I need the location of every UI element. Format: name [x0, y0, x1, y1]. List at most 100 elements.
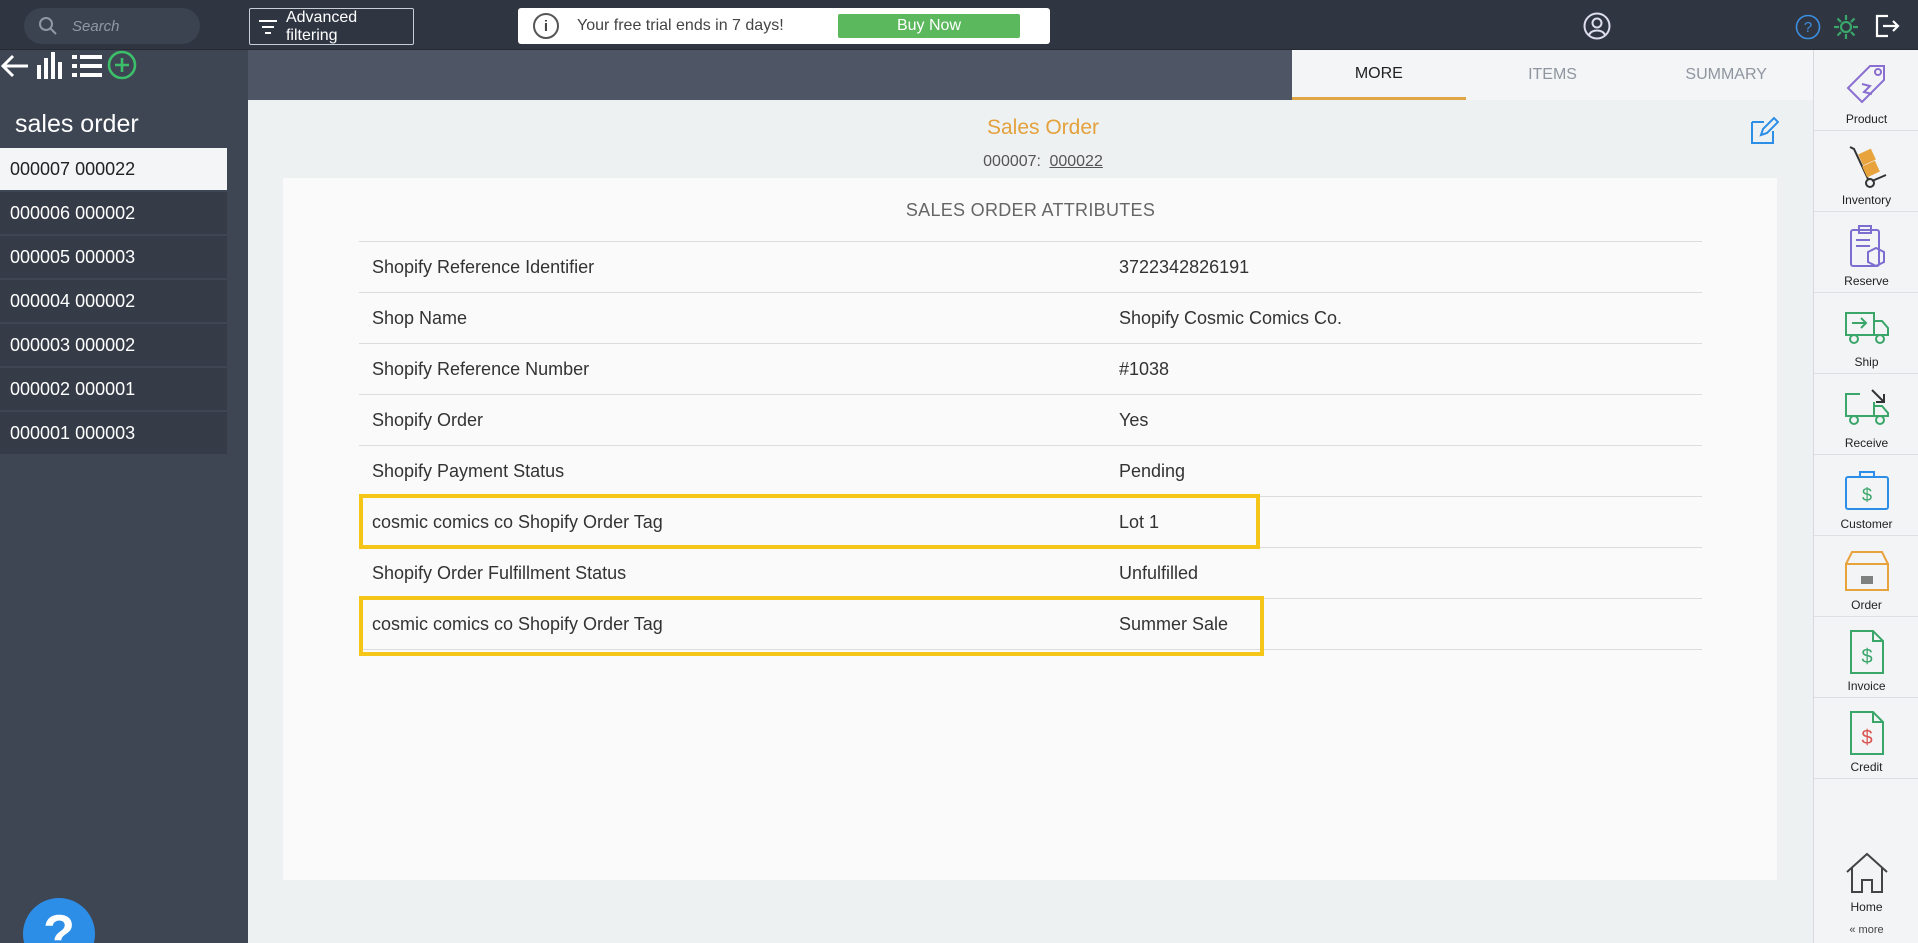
nav-label: Reserve	[1844, 274, 1889, 288]
order-box-icon	[1844, 551, 1889, 591]
nav-customer[interactable]: $ Customer	[1814, 455, 1918, 536]
tab-bar: MORE ITEMS SUMMARY	[248, 50, 1813, 100]
top-bar: Search Advanced filtering i Your free tr…	[0, 0, 1918, 50]
chart-icon[interactable]	[34, 50, 66, 80]
attribute-key: Shopify Reference Identifier	[372, 256, 595, 277]
order-reference-link[interactable]: 000022	[1049, 153, 1102, 170]
nav-label: Home	[1850, 900, 1883, 914]
nav-receive[interactable]: Receive	[1814, 374, 1918, 455]
nav-home[interactable]: Home	[1814, 837, 1918, 918]
order-list-item[interactable]: 000004 000002	[0, 280, 227, 322]
tab-more[interactable]: MORE	[1292, 50, 1466, 100]
right-sidebar: Product Inventory Reserve Ship Receive $…	[1813, 50, 1918, 943]
nav-label: Credit	[1850, 760, 1883, 774]
order-list-item[interactable]: 000002 000001	[0, 368, 227, 410]
svg-text:?: ?	[1804, 19, 1812, 36]
order-list: 000007 000022 000006 000002 000005 00000…	[0, 148, 227, 456]
credit-dollar-icon: $	[1849, 711, 1884, 755]
svg-text:$: $	[1861, 727, 1872, 749]
order-list-item[interactable]: 000006 000002	[0, 192, 227, 234]
attribute-key: Shopify Payment Status	[372, 460, 565, 481]
attribute-row: Shopify Order Yes	[359, 395, 1702, 446]
attribute-value: Pending	[1119, 460, 1186, 481]
nav-order[interactable]: Order	[1814, 536, 1918, 617]
highlight-box	[359, 596, 1264, 656]
attribute-value: Unfulfilled	[1119, 562, 1199, 583]
nav-inventory[interactable]: Inventory	[1814, 131, 1918, 212]
sidebar-title: sales order	[15, 110, 139, 138]
order-list-item[interactable]: 000007 000022	[0, 148, 227, 190]
highlight-box	[359, 494, 1260, 549]
edit-icon[interactable]	[1749, 116, 1779, 146]
attribute-key: Shopify Order	[372, 409, 484, 430]
nav-reserve[interactable]: Reserve	[1814, 212, 1918, 293]
truck-in-icon	[1844, 389, 1889, 425]
trial-message: Your free trial ends in 7 days!	[577, 17, 784, 34]
attributes-title: SALES ORDER ATTRIBUTES	[905, 200, 1156, 220]
nav-product[interactable]: Product	[1814, 50, 1918, 131]
advanced-filtering-button[interactable]: Advanced filtering	[249, 8, 414, 45]
truck-out-icon	[1844, 312, 1889, 344]
main-content: MORE ITEMS SUMMARY Sales Order 000007: 0…	[248, 50, 1813, 943]
order-list-item[interactable]: 000003 000002	[0, 324, 227, 366]
add-circle-icon[interactable]	[107, 50, 137, 80]
nav-label: Customer	[1840, 517, 1893, 531]
attribute-row: Shopify Reference Identifier 372234282619…	[359, 242, 1702, 293]
trial-banner: i Your free trial ends in 7 days! Buy No…	[518, 8, 1050, 44]
help-icon[interactable]: ?	[1795, 14, 1821, 40]
search-input[interactable]: Search	[24, 8, 200, 44]
filter-icon	[258, 19, 277, 34]
product-tag-icon	[1846, 65, 1885, 104]
attribute-value: #1038	[1119, 358, 1170, 379]
nav-ship[interactable]: Ship	[1814, 293, 1918, 374]
info-icon: i	[533, 13, 559, 39]
buy-now-button[interactable]: Buy Now	[838, 14, 1020, 38]
search-icon	[39, 17, 57, 35]
briefcase-dollar-icon: $	[1844, 471, 1889, 510]
clipboard-box-icon	[1849, 225, 1885, 268]
attribute-row: Shop Name Shopify Cosmic Comics Co.	[359, 293, 1702, 344]
attribute-row: Shopify Reference Number #1038	[359, 344, 1702, 395]
order-reference-prefix: 000007:	[983, 153, 1041, 170]
nav-label: Order	[1851, 598, 1882, 612]
attribute-key: Shop Name	[372, 307, 468, 328]
left-sidebar: sales order 000007 000022 000006 000002 …	[0, 50, 248, 943]
order-list-item[interactable]: 000005 000003	[0, 236, 227, 278]
hand-truck-icon	[1849, 146, 1886, 188]
attribute-value: Shopify Cosmic Comics Co.	[1119, 307, 1343, 328]
list-view-icon[interactable]	[71, 52, 103, 80]
gear-icon[interactable]	[1832, 13, 1860, 41]
attribute-key: Shopify Reference Number	[372, 358, 590, 379]
attribute-value: 3722342826191	[1119, 256, 1250, 277]
attribute-row: Shopify Order Fulfillment Status Unfulfil…	[359, 548, 1702, 599]
nav-label: Inventory	[1841, 193, 1892, 207]
invoice-dollar-icon: $	[1849, 630, 1884, 674]
order-reference: 000007: 000022	[248, 153, 1838, 171]
logout-icon[interactable]	[1872, 12, 1900, 40]
nav-label: Receive	[1844, 436, 1889, 450]
svg-text:$: $	[1861, 646, 1872, 668]
nav-credit[interactable]: $ Credit	[1814, 698, 1918, 779]
home-icon	[1845, 852, 1888, 893]
nav-invoice[interactable]: $ Invoice	[1814, 617, 1918, 698]
tab-items[interactable]: ITEMS	[1466, 50, 1640, 100]
user-profile-icon[interactable]	[1583, 12, 1611, 40]
advanced-filtering-label: Advanced filtering	[285, 8, 358, 44]
attributes-card: SALES ORDER ATTRIBUTES Shopify Reference…	[283, 178, 1777, 880]
nav-label: Invoice	[1847, 679, 1886, 693]
back-arrow-icon[interactable]	[0, 52, 30, 80]
page-title: Sales Order	[986, 116, 1100, 139]
tabs: MORE ITEMS SUMMARY	[1292, 50, 1813, 100]
attribute-row: Shopify Payment Status Pending	[359, 446, 1702, 497]
attribute-value: Yes	[1119, 409, 1149, 430]
nav-label: Product	[1845, 112, 1888, 126]
more-link[interactable]: « more	[1814, 924, 1918, 936]
tab-summary[interactable]: SUMMARY	[1639, 50, 1813, 100]
help-bubble-button[interactable]: ?	[23, 898, 95, 943]
nav-label: Ship	[1854, 355, 1879, 369]
svg-text:$: $	[1861, 485, 1871, 505]
attributes-table: Shopify Reference Identifier 372234282619…	[359, 241, 1702, 650]
search-placeholder: Search	[72, 17, 120, 35]
order-list-item[interactable]: 000001 000003	[0, 412, 227, 454]
attribute-key: Shopify Order Fulfillment Status	[372, 562, 627, 583]
